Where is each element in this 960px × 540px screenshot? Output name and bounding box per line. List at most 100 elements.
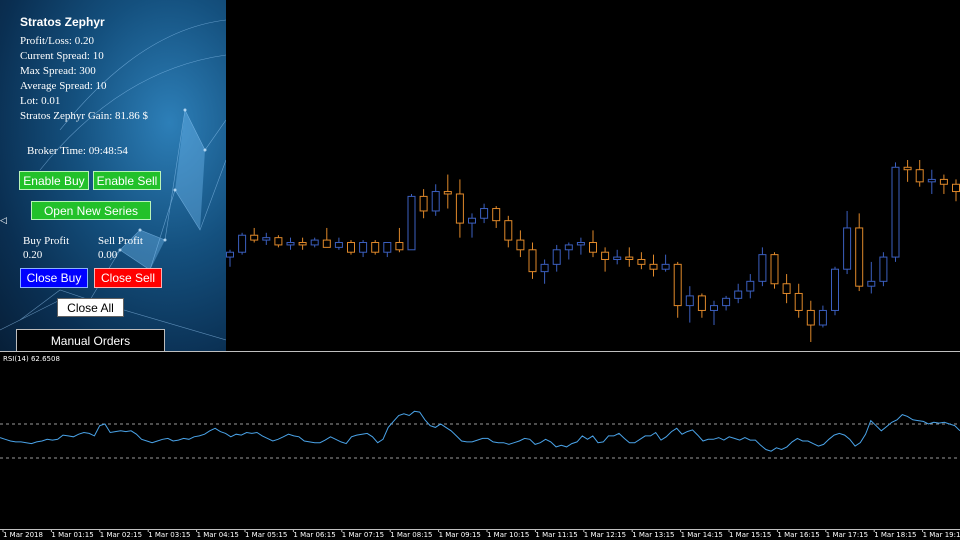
average-spread-label: Average Spread: 10	[20, 80, 107, 92]
ea-control-panel: Stratos Zephyr Profit/Loss: 0.20 Current…	[0, 0, 226, 351]
candle	[238, 232, 247, 255]
candle	[661, 254, 670, 272]
time-axis-label: 1 Mar 13:15	[632, 531, 675, 539]
candle	[673, 261, 682, 318]
candle	[685, 286, 694, 323]
candle	[383, 242, 392, 258]
candle	[226, 249, 234, 267]
candle	[915, 160, 924, 187]
time-axis-label: 1 Mar 06:15	[293, 531, 336, 539]
candle	[806, 300, 815, 342]
time-axis-label: 1 Mar 12:15	[583, 531, 627, 539]
candle	[734, 283, 743, 304]
candle	[347, 240, 355, 255]
time-axis-label: 1 Mar 17:15	[825, 531, 869, 539]
enable-buy-button[interactable]: Enable Buy	[19, 171, 89, 190]
candle	[613, 249, 622, 265]
time-axis-label: 1 Mar 10:15	[487, 531, 530, 539]
time-axis-label: 1 Mar 07:15	[341, 531, 385, 539]
candle	[528, 242, 537, 279]
candle	[903, 160, 912, 182]
candle	[625, 247, 634, 267]
enable-sell-button[interactable]: Enable Sell	[93, 171, 161, 190]
candle	[794, 283, 803, 318]
candle	[322, 227, 331, 248]
candle	[407, 193, 416, 251]
time-axis-label: 1 Mar 04:15	[196, 531, 239, 539]
candle	[927, 169, 936, 194]
candle	[770, 252, 779, 289]
candle	[879, 252, 888, 287]
candle	[395, 227, 404, 253]
candle	[516, 230, 525, 258]
candle	[939, 174, 948, 194]
candle	[758, 247, 767, 287]
manual-orders-tab[interactable]: Manual Orders	[16, 329, 165, 351]
panel-title: Stratos Zephyr	[20, 15, 105, 29]
candle	[855, 213, 864, 292]
candle	[359, 240, 368, 258]
candle	[262, 232, 271, 245]
rsi-line	[0, 410, 960, 452]
left-arrow-icon: ◁	[0, 215, 7, 225]
candle	[250, 227, 259, 243]
candle	[818, 305, 827, 328]
candle	[831, 266, 839, 316]
gain-label: Stratos Zephyr Gain: 81.86 $	[20, 110, 149, 122]
time-axis-label: 1 Mar 01:15	[51, 531, 94, 539]
candle	[334, 237, 343, 250]
lot-label: Lot: 0.01	[20, 95, 61, 107]
candle	[419, 189, 428, 219]
time-axis-label: 1 Mar 05:15	[245, 531, 288, 539]
buy-profit-label: Buy Profit	[23, 235, 70, 247]
candle	[310, 237, 319, 248]
candle	[468, 213, 476, 238]
candle	[589, 230, 597, 258]
close-all-button[interactable]: Close All	[57, 298, 124, 317]
candle	[540, 259, 549, 284]
candle	[697, 293, 706, 318]
time-axis-label: 1 Mar 2018	[3, 531, 43, 539]
time-axis-label: 1 Mar 09:15	[438, 531, 481, 539]
time-axis-label: 1 Mar 16:15	[777, 531, 820, 539]
candle	[637, 252, 646, 270]
rsi-label: RSI(14) 62.6508	[3, 355, 60, 363]
current-spread-label: Current Spread: 10	[20, 50, 104, 62]
time-axis-label: 1 Mar 08:15	[390, 531, 433, 539]
candle	[492, 206, 501, 228]
candle	[455, 179, 464, 238]
time-axis-label: 1 Mar 11:15	[535, 531, 578, 539]
buy-profit-value: 0.20	[23, 249, 43, 261]
time-axis-label: 1 Mar 15:15	[729, 531, 772, 539]
sell-profit-label: Sell Profit	[98, 235, 143, 247]
candle	[480, 203, 489, 224]
candle	[601, 247, 610, 272]
candle	[552, 244, 561, 272]
candle	[298, 237, 307, 250]
candle	[564, 242, 573, 260]
candle	[843, 210, 852, 275]
candle	[746, 274, 755, 299]
candle	[431, 184, 440, 216]
candle	[371, 240, 380, 255]
time-axis-label: 1 Mar 02:15	[99, 531, 143, 539]
candle	[274, 235, 283, 248]
time-axis-label: 1 Mar 03:15	[148, 531, 191, 539]
candle	[891, 162, 900, 262]
close-buy-button[interactable]: Close Buy	[20, 268, 88, 288]
sell-profit-value: 0.00	[98, 249, 118, 261]
broker-time-label: Broker Time: 09:48:54	[27, 145, 128, 157]
candle	[649, 254, 658, 277]
profit-loss-label: Profit/Loss: 0.20	[20, 35, 94, 47]
max-spread-label: Max Spread: 300	[20, 65, 96, 77]
candle	[504, 215, 513, 248]
close-sell-button[interactable]: Close Sell	[94, 268, 162, 288]
candle	[952, 179, 960, 202]
time-axis-label: 1 Mar 19:15	[922, 531, 960, 539]
candle	[286, 237, 295, 250]
candle	[782, 274, 791, 304]
time-axis-label: 1 Mar 18:15	[874, 531, 917, 539]
candle	[867, 261, 876, 294]
open-new-series-button[interactable]: Open New Series	[31, 201, 151, 220]
candle	[710, 300, 718, 326]
